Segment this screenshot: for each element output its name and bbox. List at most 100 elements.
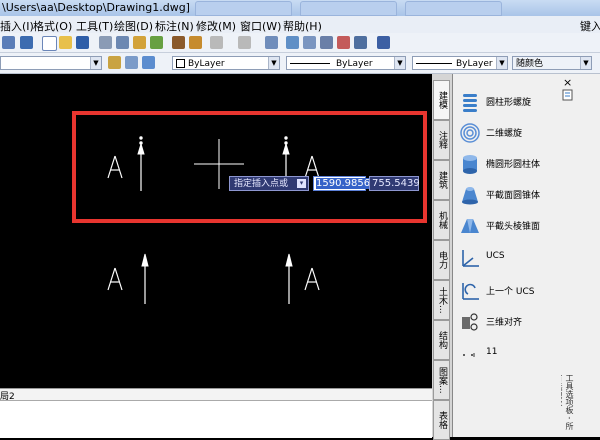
- command-window[interactable]: [0, 400, 432, 438]
- highlight-box-canvas: [72, 111, 427, 223]
- palette-item-block-11[interactable]: 11: [459, 341, 559, 367]
- elliptical-cylinder-icon: [463, 155, 477, 174]
- palette-item-previous-ucs[interactable]: 上一个 UCS: [459, 278, 559, 304]
- lineweight-preview: [416, 63, 452, 64]
- linetype-dropdown[interactable]: ByLayer ▼: [286, 56, 406, 70]
- block-11-icon: [463, 353, 475, 357]
- pan-icon[interactable]: [265, 36, 278, 49]
- 3d-dwf-icon[interactable]: [150, 36, 163, 49]
- cut-icon[interactable]: [172, 36, 185, 49]
- palette-item-spiral[interactable]: 二维螺旋: [459, 120, 559, 146]
- palette-item-ucs[interactable]: UCS: [459, 245, 559, 271]
- tab-tables[interactable]: 表格: [433, 400, 450, 440]
- lineweight-value: ByLayer: [456, 59, 493, 69]
- tab-mechanical[interactable]: 机械: [433, 200, 450, 240]
- spiral-2d-icon: [460, 123, 480, 143]
- chevron-down-icon: ▼: [268, 57, 279, 69]
- lineweight-dropdown[interactable]: ByLayer ▼: [412, 56, 508, 70]
- x-coordinate-input[interactable]: 1590.9856: [313, 176, 371, 191]
- layer-isolate-icon[interactable]: [142, 56, 155, 69]
- tab-structural[interactable]: 结构: [433, 320, 450, 360]
- open-file-icon[interactable]: [59, 36, 72, 49]
- save-icon[interactable]: [76, 36, 89, 49]
- chevron-down-icon: ▼: [580, 57, 591, 69]
- close-icon[interactable]: ×: [563, 76, 572, 89]
- background-tab[interactable]: [405, 1, 502, 16]
- item-label: 二维螺旋: [486, 129, 523, 139]
- palette-item-frustum-pyramid[interactable]: 平截头棱锥面: [459, 213, 559, 239]
- color-dropdown[interactable]: ByLayer ▼: [172, 56, 280, 70]
- window-title: \Users\aa\Desktop\Drawing1.dwg]: [2, 1, 190, 14]
- color-swatch: [176, 59, 185, 68]
- calculator-icon[interactable]: [354, 36, 367, 49]
- match-properties-icon[interactable]: [189, 36, 202, 49]
- palette-side-title: 工具选项板 - 所有选项板: [561, 374, 574, 430]
- color-value: ByLayer: [188, 59, 225, 69]
- palette-item-helix[interactable]: 圆柱形螺旋: [459, 89, 559, 115]
- search-hint[interactable]: 键入: [580, 18, 600, 34]
- tab-electrical[interactable]: 电力: [433, 240, 450, 280]
- dynamic-input-prompt: 指定插入点或 ▾: [229, 176, 309, 191]
- chevron-down-icon: ▼: [90, 57, 101, 69]
- tab-hatch[interactable]: 图案...: [433, 360, 450, 400]
- menu-insert[interactable]: 插入(I): [0, 18, 34, 34]
- tab-civil[interactable]: 土木...: [433, 280, 450, 320]
- publish-icon[interactable]: [133, 36, 146, 49]
- item-label: 11: [486, 347, 498, 357]
- palette-properties-icon[interactable]: [562, 89, 574, 101]
- y-value: 755.5439: [372, 178, 420, 189]
- tab-architecture[interactable]: 建筑: [433, 160, 450, 200]
- background-tab[interactable]: [195, 1, 292, 16]
- layer-previous-icon[interactable]: [125, 56, 138, 69]
- chevron-down-icon: ▼: [496, 57, 507, 69]
- help-icon[interactable]: [377, 36, 390, 49]
- palette-item-align-3d[interactable]: 三维对齐: [459, 309, 559, 335]
- item-label: 三维对齐: [486, 318, 523, 328]
- chevron-down-icon[interactable]: ▾: [297, 179, 306, 188]
- tab-annotation[interactable]: 注释: [433, 120, 450, 160]
- new-file-icon[interactable]: [42, 36, 57, 51]
- background-tab[interactable]: [300, 1, 397, 16]
- item-label: UCS: [486, 251, 505, 261]
- menu-tools[interactable]: 工具(T): [76, 18, 113, 34]
- menu-help[interactable]: 帮助(H): [283, 18, 322, 34]
- undo-icon[interactable]: [210, 36, 223, 49]
- zoom-previous-icon[interactable]: [320, 36, 333, 49]
- plotstyle-dropdown[interactable]: 随颜色 ▼: [512, 56, 592, 70]
- x-value: 1590.9856: [316, 178, 371, 189]
- zoom-icon[interactable]: [286, 36, 299, 49]
- layout-tab-bar: 局2: [0, 388, 432, 402]
- linetype-value: ByLayer: [336, 59, 373, 69]
- frustum-cone-icon: [462, 187, 478, 205]
- y-coordinate-input[interactable]: 755.5439: [369, 176, 420, 191]
- palette-item-frustum-cone[interactable]: 平截面圆锥体: [459, 182, 559, 208]
- menu-bar: 插入(I) 格式(O) 工具(T) 绘图(D) 标注(N) 修改(M) 窗口(W…: [0, 16, 600, 34]
- tab-modeling[interactable]: 建模: [433, 80, 450, 120]
- zoom-window-icon[interactable]: [303, 36, 316, 49]
- prompt-text: 指定插入点或: [234, 179, 289, 189]
- standard-toolbar: [0, 33, 600, 53]
- palette-tab-strip: 建模 注释 建筑 机械 电力 土木... 结构 图案... 表格: [432, 74, 453, 440]
- menu-dimension[interactable]: 标注(N): [155, 18, 194, 34]
- properties-toolbar: ▼ ByLayer ▼ ByLayer ▼ ByLayer ▼ 随颜色 ▼: [0, 53, 600, 74]
- toolbar-icon[interactable]: [20, 36, 33, 49]
- layer-dropdown[interactable]: ▼: [0, 56, 102, 70]
- item-label: 圆柱形螺旋: [486, 98, 532, 108]
- item-label: 上一个 UCS: [486, 287, 535, 297]
- properties-icon[interactable]: [2, 36, 15, 49]
- properties-palette-icon[interactable]: [337, 36, 350, 49]
- redo-icon[interactable]: [238, 36, 251, 49]
- title-bar: \Users\aa\Desktop\Drawing1.dwg]: [0, 0, 600, 16]
- print-icon[interactable]: [99, 36, 112, 49]
- align-3d-icon: [462, 313, 478, 331]
- ucs-icon: [462, 250, 479, 267]
- preview-icon[interactable]: [116, 36, 129, 49]
- menu-draw[interactable]: 绘图(D): [114, 18, 153, 34]
- menu-window[interactable]: 窗口(W): [240, 18, 281, 34]
- palette-item-elliptical-cylinder[interactable]: 椭圆形圆柱体: [459, 151, 559, 177]
- layer-state-icon[interactable]: [108, 56, 121, 69]
- frustum-pyramid-icon: [461, 219, 479, 233]
- menu-format[interactable]: 格式(O): [33, 18, 72, 34]
- linetype-preview: [290, 63, 330, 64]
- menu-modify[interactable]: 修改(M): [196, 18, 236, 34]
